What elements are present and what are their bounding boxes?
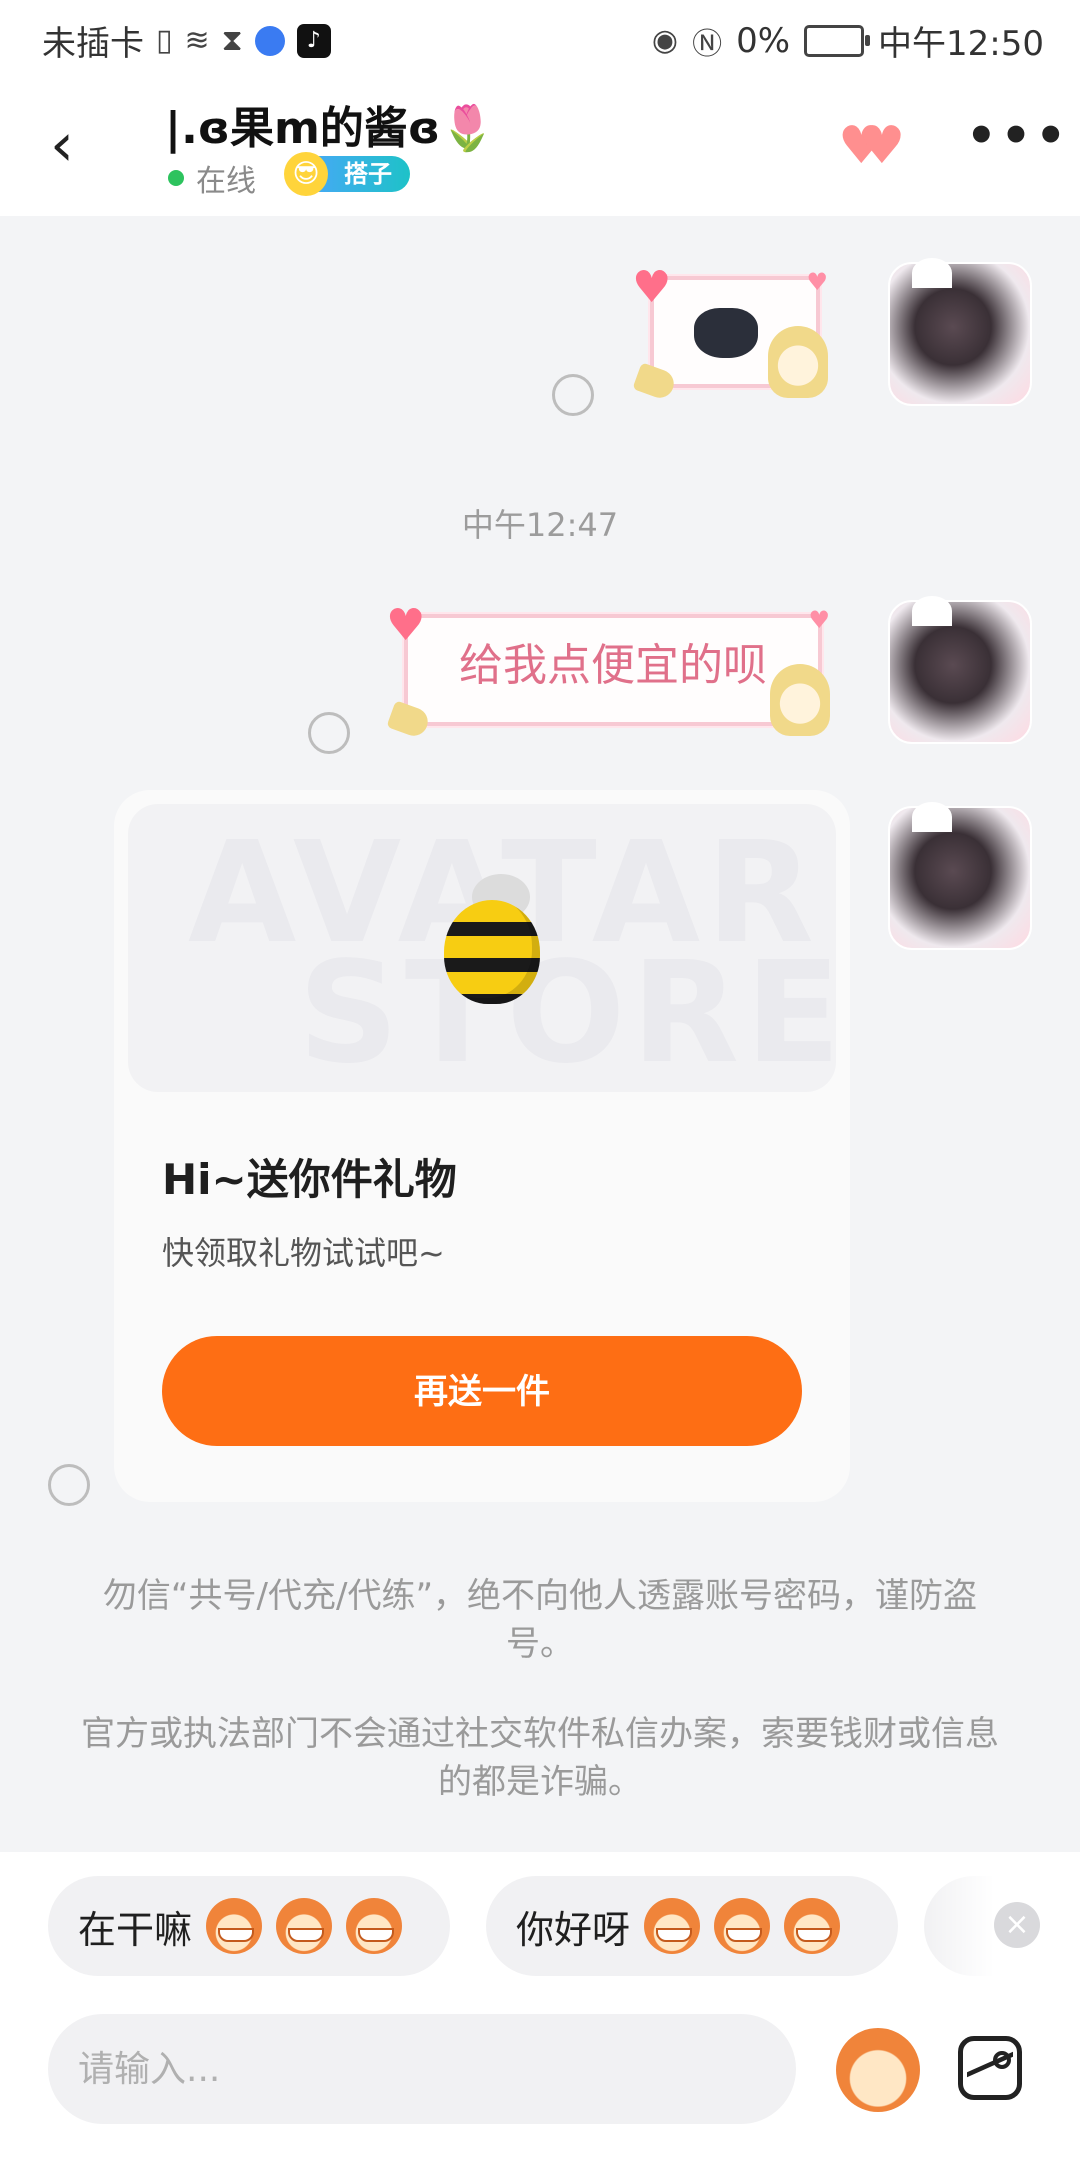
security-notice: 勿信“共号/代充/代练”，绝不向他人透露账号密码，谨防盗号。 [102, 1576, 978, 1664]
status-bar: 未插卡 ▯ ≋ ⧗ ♪ ◉ Ⓝ 0% 中午12:50 [0, 0, 1080, 78]
status-bar-left: 未插卡 ▯ ≋ ⧗ ♪ [42, 16, 331, 65]
chat-title: |.ɞ果m的酱ɞ🌷 [165, 103, 495, 154]
send-another-gift-button[interactable]: 再送一件 [162, 1336, 802, 1446]
back-button[interactable]: ‹ [50, 110, 110, 180]
wifi-icon: ≋ [184, 23, 210, 58]
heart-sticker-icon: ♥ [632, 262, 672, 313]
gift-banner: AVATAR STORE [128, 804, 836, 1092]
sticker-message-cat[interactable]: ♥ ♥ [632, 262, 828, 402]
bottom-panel: 在干嘛 你好呀 × [0, 1852, 1080, 2160]
small-heart-icon: ♥ [806, 268, 828, 296]
my-avatar[interactable] [888, 802, 1032, 950]
time-separator: 中午12:47 [461, 506, 619, 544]
chat-header: ‹ |.ɞ果m的酱ɞ🌷 在线 😎 搭子 ♥♥ ••• [0, 78, 1080, 216]
online-status: 在线 [168, 156, 256, 200]
intimacy-hearts-icon[interactable]: ♥♥ [838, 116, 905, 176]
smiling-monkey-emoji-icon [644, 1898, 701, 1954]
online-text: 在线 [196, 164, 256, 199]
sim-icon: ▯ [156, 23, 173, 58]
ice-cream-sticker [632, 362, 678, 402]
carrier-text: 未插卡 [42, 24, 144, 64]
smiling-monkey-emoji-icon [784, 1898, 841, 1954]
quick-reply-chip[interactable]: 你好呀 [486, 1876, 898, 1976]
gift-subtitle: 快领取礼物试试吧~ [162, 1234, 445, 1272]
emoji-button-icon[interactable] [836, 2028, 920, 2112]
message-status-circle [308, 712, 350, 754]
quick-reply-chip-partial[interactable] [924, 1876, 994, 1976]
smiling-monkey-emoji-icon [714, 1898, 771, 1954]
grinning-monkey-emoji-icon [276, 1898, 333, 1954]
more-options-button[interactable]: ••• [966, 108, 1070, 164]
my-avatar[interactable] [888, 258, 1032, 406]
sunglasses-emoji-icon: 😎 [284, 152, 328, 196]
quick-reply-chip[interactable]: 在干嘛 [48, 1876, 450, 1976]
message-status-circle [48, 1464, 90, 1506]
gift-card[interactable]: AVATAR STORE Hi~送你件礼物 快领取礼物试试吧~ 再送一件 [114, 790, 850, 1502]
grinning-monkey-emoji-icon [206, 1898, 263, 1954]
online-dot-icon [168, 170, 184, 186]
quick-reply-label: 在干嘛 [78, 1907, 193, 1952]
gift-title: Hi~送你件礼物 [162, 1155, 457, 1204]
grinning-monkey-emoji-icon [346, 1898, 403, 1954]
image-picker-icon[interactable] [958, 2036, 1022, 2100]
message-input[interactable] [48, 2014, 796, 2124]
sticker-caption: 给我点便宜的呗 [459, 640, 767, 691]
eye-icon: ◉ [651, 23, 679, 58]
heart-sticker-icon: ♥ [386, 600, 426, 651]
clock: 中午12:50 [878, 24, 1044, 64]
partner-badge[interactable]: 😎 搭子 [284, 152, 410, 196]
chevron-left-icon: ‹ [50, 110, 74, 180]
chibi-girl-sticker [770, 664, 830, 736]
tiktok-app-icon: ♪ [296, 23, 331, 58]
partner-badge-label: 搭子 [344, 160, 392, 188]
close-quick-replies-icon[interactable]: × [994, 1902, 1040, 1948]
bee-costume-icon [444, 900, 540, 1004]
small-heart-icon: ♥ [808, 606, 830, 634]
message-status-circle [552, 374, 594, 416]
browser-app-icon [254, 25, 285, 56]
status-bar-right: ◉ Ⓝ 0% 中午12:50 [652, 16, 1044, 65]
nfc-icon: Ⓝ [692, 26, 723, 62]
battery-icon [804, 24, 871, 57]
fraud-notice: 官方或执法部门不会通过社交软件私信办案，索要钱财或信息的都是诈骗。 [81, 1714, 999, 1802]
sticker-message-text[interactable]: ♥ ♥ 给我点便宜的呗 [386, 600, 830, 740]
quick-reply-label: 你好呀 [516, 1907, 631, 1952]
battery-percent: 0% [736, 20, 791, 61]
hourglass-icon: ⧗ [221, 23, 243, 58]
chibi-girl-sticker [768, 326, 828, 398]
black-cat-sticker [694, 308, 758, 358]
my-avatar[interactable] [888, 596, 1032, 744]
more-dots-icon: ••• [966, 108, 1071, 164]
